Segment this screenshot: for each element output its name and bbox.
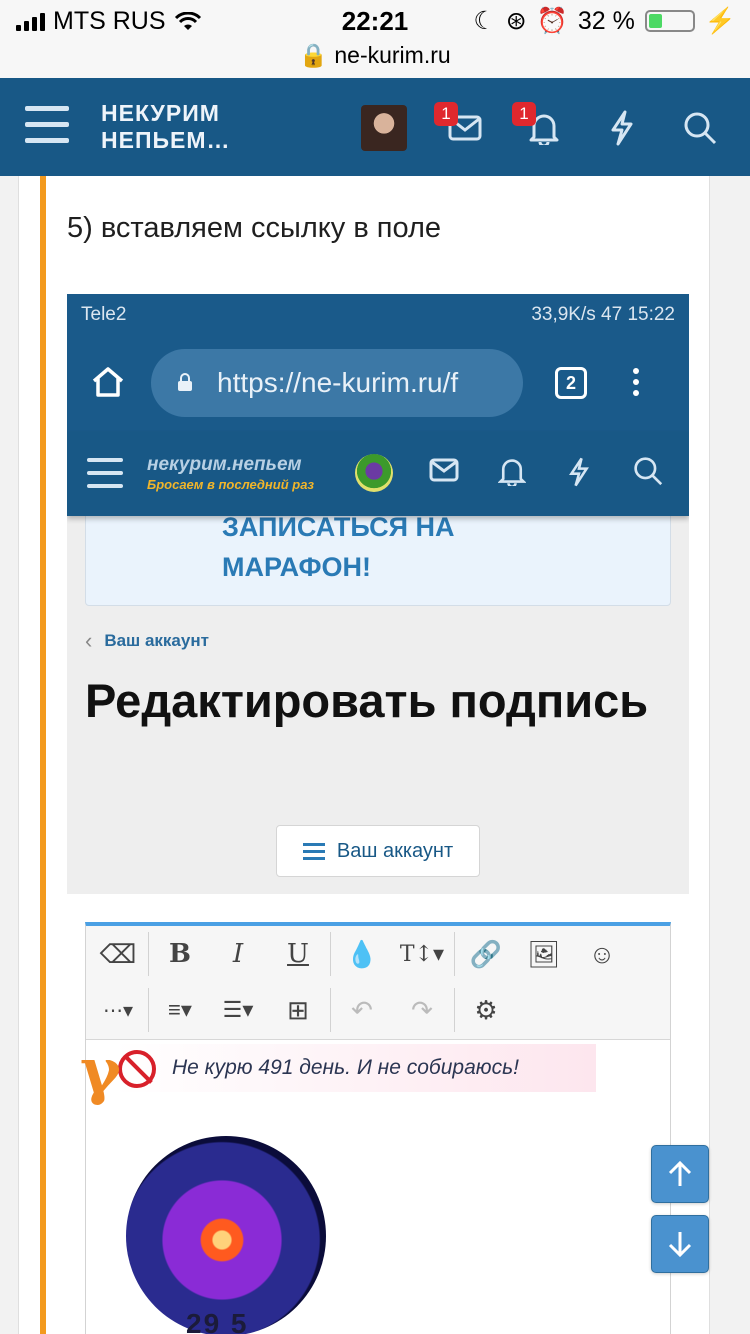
ios-status-bar: MTS RUS 22:21 ☾ ⊛ ⏰ 32 % ⚡ 🔒 ne-kurim.ru <box>0 0 750 78</box>
menu-icon <box>302 839 325 864</box>
logo-line-2: НЕПЬЕМ… <box>101 127 231 153</box>
address-url: ne-kurim.ru <box>334 42 451 68</box>
avatar[interactable] <box>361 105 407 151</box>
breadcrumb-label: Ваш аккаунт <box>104 631 209 650</box>
bolt-icon <box>611 110 633 146</box>
list-icon: ☰▾ <box>222 997 254 1022</box>
embedded-avatar <box>355 454 393 492</box>
signature-editor: ⌫ B I U 💧 T↕▾ 🔗 🖼 ☺ ⋯▾ ≡▾ ☰▾ ⊞ ↶ ↷ ⚙ Не … <box>80 922 671 1334</box>
tab-count: 2 <box>555 367 587 399</box>
hamburger-icon <box>87 458 123 497</box>
lock-icon: 🔒 <box>299 42 328 68</box>
italic-icon: I <box>232 939 244 969</box>
bolt-icon <box>568 456 590 493</box>
link-icon: 🔗 <box>469 938 503 969</box>
inbox-badge: 1 <box>434 102 458 126</box>
bell-icon <box>497 456 527 491</box>
battery-level <box>648 14 663 28</box>
lock-icon <box>178 373 192 391</box>
arrow-down-icon <box>668 1232 692 1258</box>
embedded-screenshot[interactable]: Tele2 33,9K/s 47 15:22 https://ne-kurim.… <box>67 294 689 1334</box>
alarm-icon: ⏰ <box>536 6 568 35</box>
marathon-line-2: МАРАФОН! <box>222 552 371 582</box>
editor-area: ⌫ B I U 💧 T↕▾ 🔗 🖼 ☺ ⋯▾ ≡▾ ☰▾ ⊞ ↶ ↷ ⚙ Не … <box>67 894 689 1334</box>
page-title: Редактировать подпись <box>85 674 649 727</box>
android-url-bar: https://ne-kurim.ru/f <box>151 349 523 417</box>
post: 5) вставляем ссылку в поле Tele2 33,9K/s… <box>18 176 710 1334</box>
more-icon <box>633 368 639 401</box>
no-smoking-icon <box>118 1050 156 1088</box>
home-icon <box>91 366 125 403</box>
signature-orb-image <box>126 1136 326 1334</box>
redo-icon: ↷ <box>411 994 433 1025</box>
menu-button[interactable] <box>25 106 69 146</box>
android-status-right: 33,9K/s 47 15:22 <box>531 304 675 325</box>
smiley-icon: ☺ <box>588 938 616 969</box>
battery-percent: 32 % <box>577 6 635 35</box>
editor-toolbar: ⌫ B I U 💧 T↕▾ 🔗 🖼 ☺ ⋯▾ ≡▾ ☰▾ ⊞ ↶ ↷ ⚙ <box>86 926 670 1040</box>
account-button-label: Ваш аккаунт <box>336 839 454 862</box>
settings-gear-icon: ⚙ <box>474 994 498 1025</box>
embedded-site-header: некурим.непьем Бросаем в последний раз <box>67 432 689 516</box>
font-size-icon: T↕▾ <box>399 941 445 967</box>
android-url-text: https://ne-kurim.ru/f <box>217 367 459 398</box>
image-icon: 🖼 <box>527 938 561 969</box>
android-status-bar: Tele2 33,9K/s 47 15:22 <box>67 294 689 334</box>
envelope-icon <box>429 458 459 487</box>
signature-banner: Не курю 491 день. И не собираюсь! <box>114 1044 596 1092</box>
text-cursor-mark: γ <box>80 1034 121 1107</box>
chevron-left-icon: ‹ <box>85 628 93 653</box>
undo-icon: ↶ <box>351 994 373 1025</box>
account-button: Ваш аккаунт <box>276 825 480 877</box>
embedded-logo: некурим.непьем Бросаем в последний раз <box>147 454 314 492</box>
signature-text: Не курю 491 день. И не собираюсь! <box>172 1056 519 1079</box>
embedded-logo-subtitle: Бросаем в последний раз <box>147 477 315 492</box>
whats-new-button[interactable] <box>600 106 644 150</box>
site-logo[interactable]: НЕКУРИМ НЕПЬЕМ… <box>101 100 231 154</box>
embedded-logo-title: некурим.непьем <box>147 454 302 475</box>
more-options-icon: ⋯▾ <box>102 999 134 1022</box>
orb-text: 29 5 <box>186 1308 249 1334</box>
scroll-up-button[interactable] <box>651 1145 709 1203</box>
search-icon <box>684 112 717 145</box>
alerts-badge: 1 <box>512 102 536 126</box>
status-right: ☾ ⊛ ⏰ 32 % ⚡ <box>473 6 736 36</box>
bold-icon: B <box>169 939 191 969</box>
table-icon: ⊞ <box>287 994 309 1025</box>
eraser-icon: ⌫ <box>99 938 137 969</box>
logo-line-1: НЕКУРИМ <box>101 100 220 126</box>
post-accent-bar <box>40 176 46 1334</box>
align-icon: ≡▾ <box>168 997 192 1022</box>
address-bar[interactable]: 🔒 ne-kurim.ru <box>0 42 750 69</box>
battery-icon <box>644 10 695 32</box>
scroll-down-button[interactable] <box>651 1215 709 1273</box>
underline-icon: U <box>287 939 309 969</box>
rotation-lock-icon: ⊛ <box>505 7 527 35</box>
site-header: НЕКУРИМ НЕПЬЕМ… 1 1 <box>0 78 750 176</box>
search-button[interactable] <box>678 106 722 150</box>
post-text: 5) вставляем ссылку в поле <box>67 212 442 244</box>
color-drop-icon: 💧 <box>345 938 379 969</box>
search-icon <box>633 456 663 491</box>
breadcrumb: ‹ Ваш аккаунт <box>85 628 209 654</box>
moon-icon: ☾ <box>473 7 496 35</box>
android-carrier: Tele2 <box>81 304 127 325</box>
charging-icon: ⚡ <box>704 6 736 35</box>
arrow-up-icon <box>668 1160 692 1186</box>
android-browser-toolbar: https://ne-kurim.ru/f 2 <box>67 334 689 432</box>
